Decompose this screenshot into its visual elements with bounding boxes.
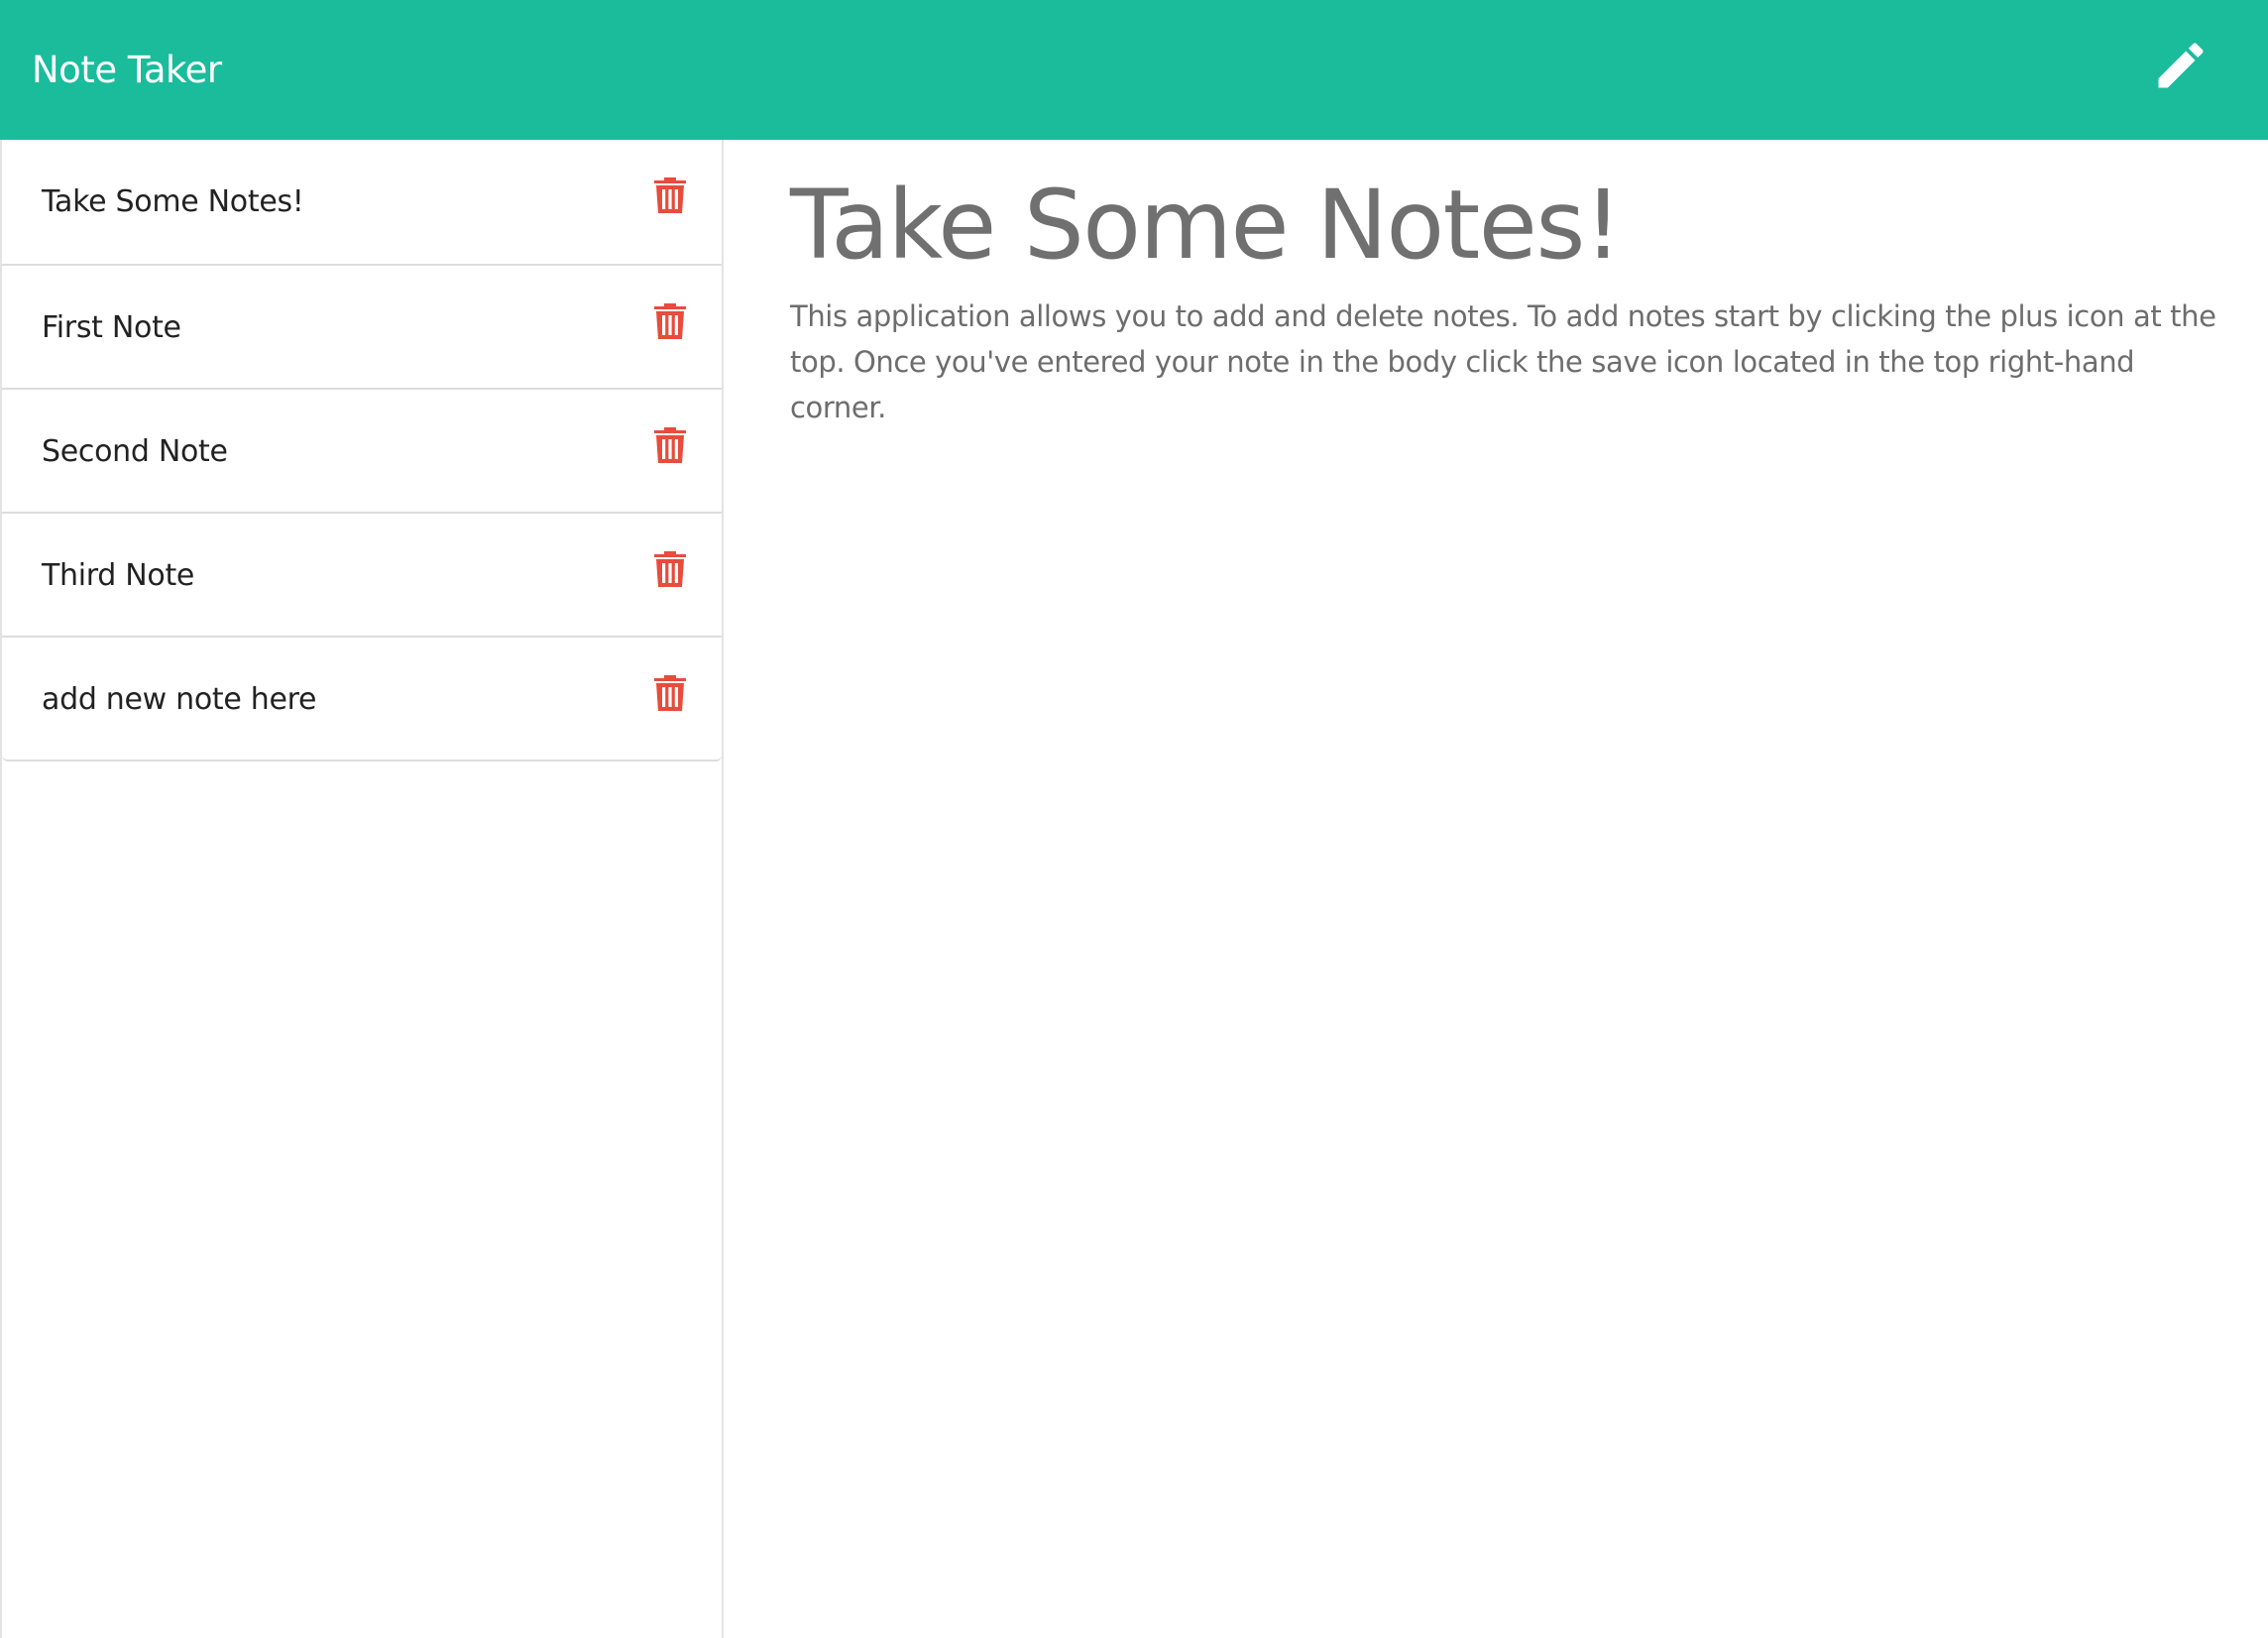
trash-icon[interactable] <box>654 303 686 339</box>
note-title: Third Note <box>42 558 195 593</box>
trash-icon[interactable] <box>654 427 686 463</box>
note-sidebar: Take Some Notes! First Note Second Note … <box>0 140 724 1638</box>
note-title: add new note here <box>42 682 317 717</box>
note-body-text[interactable]: This application allows you to add and d… <box>790 293 2227 430</box>
pencil-icon[interactable] <box>2151 36 2211 95</box>
brand-link[interactable]: Note Taker <box>32 0 222 140</box>
navbar: Note Taker <box>0 0 2268 140</box>
note-title: Take Some Notes! <box>42 184 304 219</box>
trash-icon[interactable] <box>654 177 686 213</box>
list-item[interactable]: add new note here <box>2 636 722 760</box>
list-item[interactable]: First Note <box>2 264 722 388</box>
list-item[interactable]: Third Note <box>2 512 722 636</box>
trash-icon[interactable] <box>654 675 686 711</box>
trash-icon[interactable] <box>654 551 686 587</box>
note-title: First Note <box>42 310 181 345</box>
note-title: Second Note <box>42 434 228 469</box>
list-item[interactable]: Second Note <box>2 388 722 512</box>
note-title-heading[interactable]: Take Some Notes! <box>790 170 1622 281</box>
note-list: Take Some Notes! First Note Second Note … <box>2 140 722 761</box>
list-item[interactable]: Take Some Notes! <box>2 140 722 264</box>
